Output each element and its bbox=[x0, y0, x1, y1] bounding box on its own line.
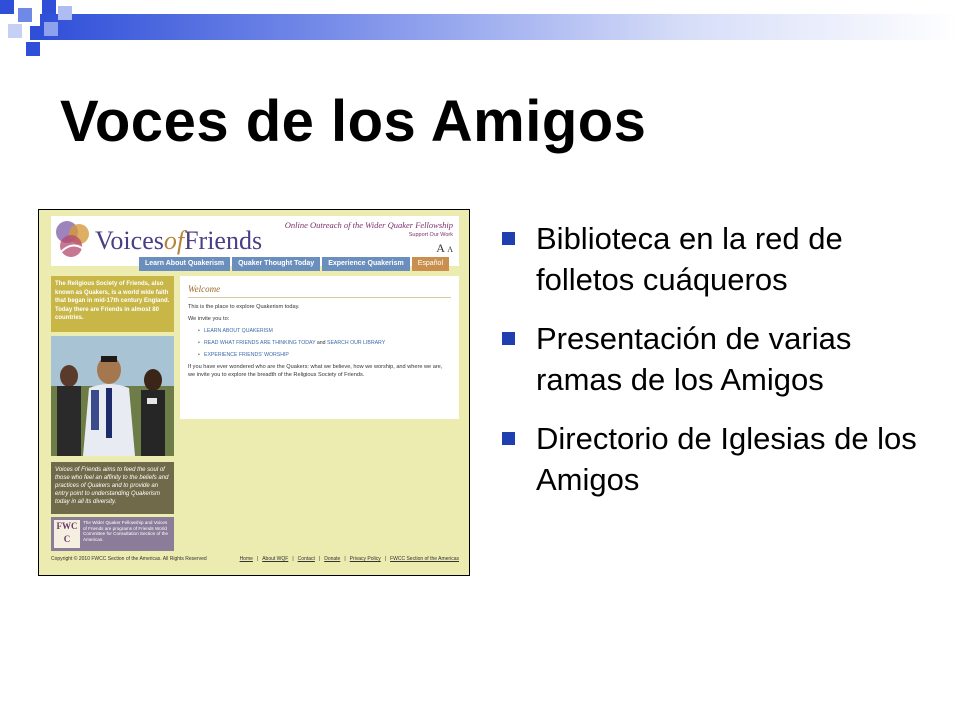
slide-title: Voces de los Amigos bbox=[60, 89, 647, 154]
bullet-item: Presentación de varias ramas de los Amig… bbox=[500, 318, 940, 400]
deco-square bbox=[30, 26, 44, 40]
deco-square bbox=[0, 0, 14, 14]
link-search-library[interactable]: SEARCH OUR LIBRARY bbox=[327, 340, 385, 346]
link-experience-worship[interactable]: EXPERIENCE FRIENDS' WORSHIP bbox=[198, 352, 451, 358]
square-bullet-icon bbox=[502, 432, 515, 445]
footer-link-contact[interactable]: Contact bbox=[298, 556, 315, 562]
left-column: The Religious Society of Friends, also k… bbox=[51, 276, 174, 456]
site-nav: Learn About Quakerism Quaker Thought Tod… bbox=[139, 257, 449, 271]
nav-tab-thought[interactable]: Quaker Thought Today bbox=[232, 257, 321, 271]
intro-box: The Religious Society of Friends, also k… bbox=[51, 276, 174, 332]
nav-tab-learn[interactable]: Learn About Quakerism bbox=[139, 257, 231, 271]
deco-square bbox=[58, 6, 72, 20]
mission-box: Voices of Friends aims to feed the soul … bbox=[51, 462, 174, 514]
logo-word-voices: Voices bbox=[95, 226, 164, 255]
explore-line: This is the place to explore Quakerism t… bbox=[188, 304, 300, 310]
fwcc-text: The Wider Quaker Fellowship and Voices o… bbox=[83, 520, 169, 542]
logo-word-friends: Friends bbox=[184, 226, 263, 255]
welcome-heading: Welcome bbox=[188, 284, 221, 294]
friends-photo bbox=[51, 336, 174, 456]
deco-square bbox=[42, 0, 56, 14]
wonder-paragraph: If you have ever wondered who are the Qu… bbox=[188, 364, 443, 378]
bullet-text: Directorio de Iglesias de los Amigos bbox=[536, 421, 917, 497]
list-item-read-search: READ WHAT FRIENDS ARE THINKING TODAY and… bbox=[198, 340, 451, 346]
square-bullet-icon bbox=[502, 332, 515, 345]
bullet-item: Directorio de Iglesias de los Amigos bbox=[500, 418, 940, 500]
nav-tab-espanol[interactable]: Español bbox=[411, 257, 449, 271]
footer-link-home[interactable]: Home bbox=[240, 556, 253, 562]
divider bbox=[188, 297, 451, 298]
footer-links: Home | About WQF | Contact | Donate | Privac… bbox=[239, 556, 459, 562]
copyright-text: Copyright © 2010 FWCC Section of the Ame… bbox=[51, 556, 207, 562]
bullet-item: Biblioteca en la red de folletos cuáquer… bbox=[500, 218, 940, 300]
bullet-text: Presentación de varias ramas de los Amig… bbox=[536, 321, 852, 397]
bullet-text: Biblioteca en la red de folletos cuáquer… bbox=[536, 221, 843, 297]
font-size-large-button[interactable]: A bbox=[436, 241, 444, 255]
website-screenshot: VoicesofFriends Online Outreach of the W… bbox=[38, 209, 470, 576]
site-tagline: Online Outreach of the Wider Quaker Fell… bbox=[284, 220, 453, 230]
invite-line: We invite you to: bbox=[188, 316, 230, 322]
font-size-controls: A A bbox=[436, 241, 453, 256]
deco-square bbox=[18, 8, 32, 22]
link-read-friends[interactable]: READ WHAT FRIENDS ARE THINKING TODAY bbox=[204, 340, 315, 346]
support-link[interactable]: Support Our Work bbox=[409, 232, 453, 238]
top-decorative-band bbox=[0, 0, 960, 56]
link-learn-quakerism[interactable]: LEARN ABOUT QUAKERISM bbox=[198, 328, 451, 334]
font-size-small-button[interactable]: A bbox=[447, 245, 453, 254]
logo-word-of: of bbox=[163, 226, 185, 255]
footer-link-fwcc[interactable]: FWCC Section of the Americas bbox=[390, 556, 459, 562]
square-bullet-icon bbox=[502, 232, 515, 245]
photo-illustration bbox=[51, 336, 174, 456]
voices-of-friends-logo-icon bbox=[56, 221, 89, 257]
deco-square bbox=[8, 24, 22, 38]
site-logo-text[interactable]: VoicesofFriends bbox=[95, 226, 262, 256]
footer-link-donate[interactable]: Donate bbox=[324, 556, 340, 562]
fwcc-box: FWC C The Wider Quaker Fellowship and Vo… bbox=[51, 517, 174, 551]
footer-link-about[interactable]: About WQF bbox=[262, 556, 288, 562]
invite-list: LEARN ABOUT QUAKERISM READ WHAT FRIENDS … bbox=[198, 328, 451, 358]
deco-square bbox=[44, 22, 58, 36]
fwcc-logo-icon[interactable]: FWC C bbox=[54, 520, 80, 548]
bullet-list: Biblioteca en la red de folletos cuáquer… bbox=[500, 218, 940, 518]
welcome-panel: Welcome This is the place to explore Qua… bbox=[180, 276, 459, 419]
gradient-bar bbox=[40, 14, 960, 40]
footer-link-privacy[interactable]: Privacy Policy bbox=[350, 556, 381, 562]
deco-square bbox=[26, 42, 40, 56]
link-connector: and bbox=[316, 340, 326, 346]
nav-tab-experience[interactable]: Experience Quakerism bbox=[322, 257, 410, 271]
